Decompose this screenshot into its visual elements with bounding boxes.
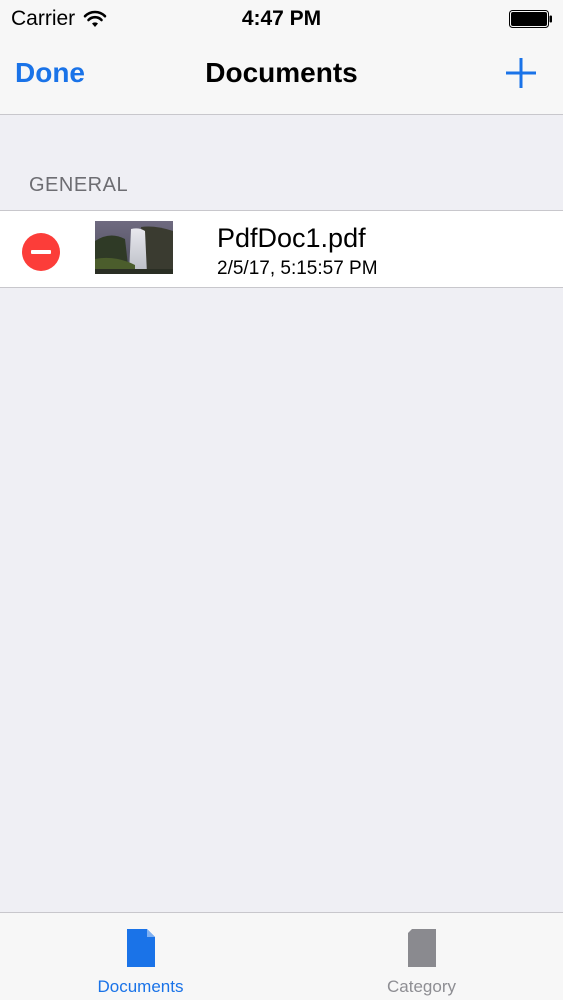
document-icon: [126, 929, 155, 967]
list-item[interactable]: PdfDoc1.pdf 2/5/17, 5:15:57 PM: [0, 210, 563, 288]
tab-documents-label: Documents: [97, 977, 184, 996]
battery-icon: [509, 10, 552, 28]
tab-category-label: Category: [387, 977, 456, 996]
tab-bar: Documents Category: [0, 912, 563, 1000]
waterfall-thumbnail: [95, 221, 173, 274]
plus-icon[interactable]: [504, 56, 538, 90]
tab-category[interactable]: Category: [281, 913, 562, 1000]
page-title: Documents: [205, 57, 358, 88]
document-name: PdfDoc1.pdf: [217, 223, 366, 253]
status-bar: Carrier 4:47 PM: [0, 0, 563, 38]
delete-minus-icon[interactable]: [22, 233, 60, 271]
tab-documents[interactable]: Documents: [0, 913, 281, 1000]
top-bar: Carrier 4:47 PM Done Documents: [0, 0, 563, 115]
section-header: GENERAL: [29, 174, 129, 196]
document-date: 2/5/17, 5:15:57 PM: [217, 258, 378, 279]
category-icon: [407, 929, 436, 967]
screen: Carrier 4:47 PM Done Documents GENERAL P…: [0, 0, 563, 1000]
navigation-bar: Done Documents: [0, 38, 563, 115]
status-time: 4:47 PM: [241, 7, 322, 30]
